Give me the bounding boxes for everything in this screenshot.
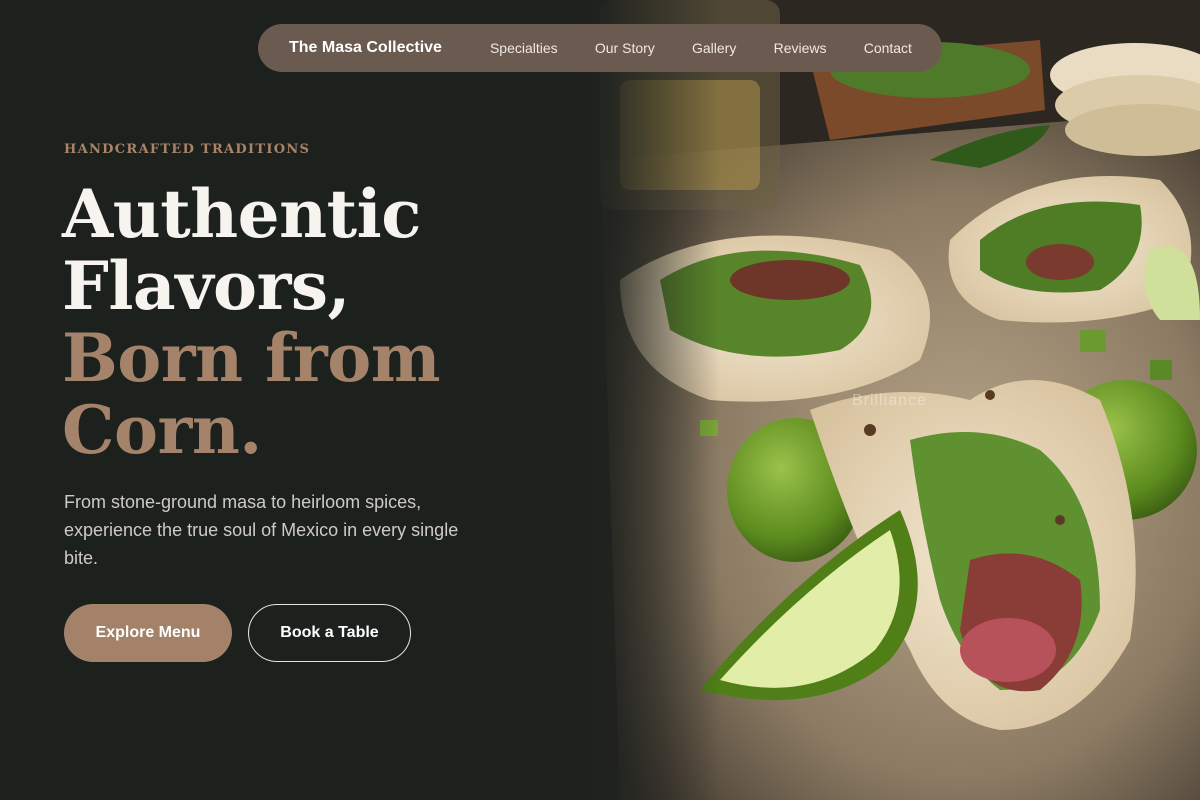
top-navigation: The Masa Collective Specialties Our Stor… <box>258 24 942 72</box>
explore-menu-button[interactable]: Explore Menu <box>64 604 232 662</box>
book-table-button[interactable]: Book a Table <box>248 604 411 662</box>
photo-watermark: Brilliance <box>852 392 927 409</box>
hero-headline: Authentic Flavors, Born from Corn. <box>62 178 582 466</box>
brand-logo-text[interactable]: The Masa Collective <box>289 39 442 57</box>
nav-link-specialties[interactable]: Specialties <box>490 40 558 56</box>
nav-link-contact[interactable]: Contact <box>864 40 912 56</box>
nav-link-reviews[interactable]: Reviews <box>774 40 827 56</box>
headline-line-1: Authentic <box>62 175 421 253</box>
headline-line-4: Corn. <box>62 391 262 469</box>
headline-line-2: Flavors, <box>62 247 350 325</box>
hero-eyebrow: HANDCRAFTED TRADITIONS <box>64 142 311 157</box>
hero-subtitle: From stone-ground masa to heirloom spice… <box>64 492 459 568</box>
nav-link-our-story[interactable]: Our Story <box>595 40 655 56</box>
headline-line-3: Born from <box>62 319 441 397</box>
hero-food-photo: Brilliance <box>560 0 1200 800</box>
nav-link-gallery[interactable]: Gallery <box>692 40 736 56</box>
nav-links: Specialties Our Story Gallery Reviews Co… <box>490 40 912 56</box>
